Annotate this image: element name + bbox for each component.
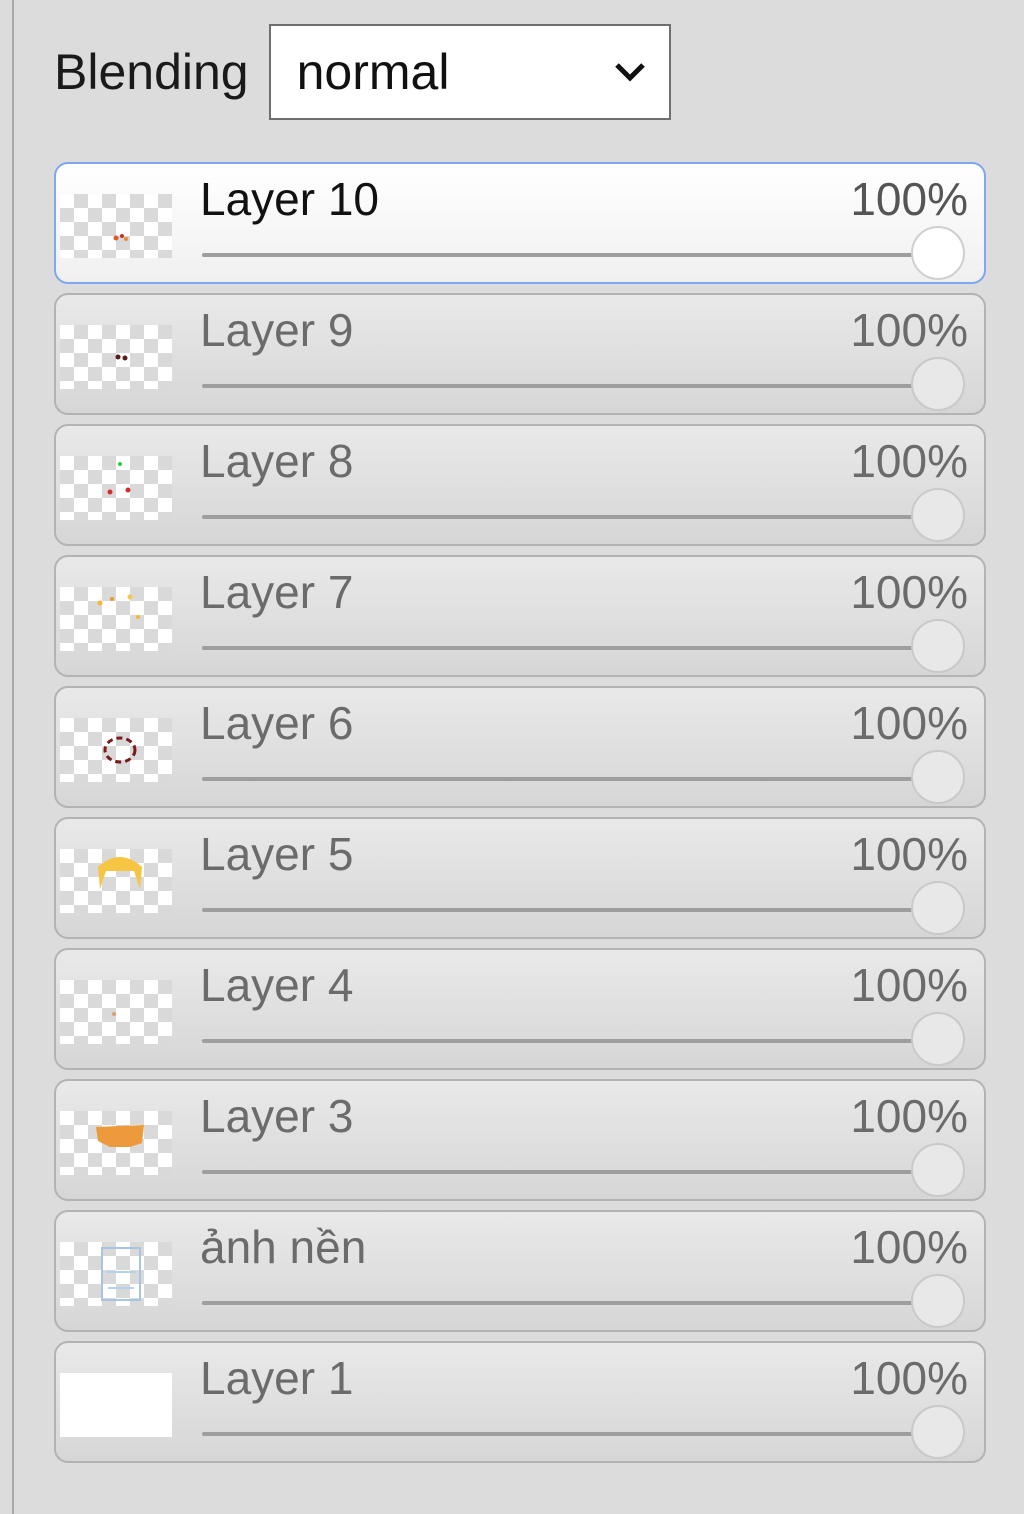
opacity-slider-handle[interactable] bbox=[911, 750, 965, 804]
layer-name: Layer 8 bbox=[200, 435, 354, 487]
layer-thumbnail bbox=[60, 980, 172, 1044]
layer-name: Layer 9 bbox=[200, 304, 354, 356]
layer-thumbnail bbox=[60, 194, 172, 258]
layer-opacity-value: 100% bbox=[850, 828, 968, 880]
opacity-slider-track[interactable] bbox=[202, 1039, 938, 1043]
layer-row[interactable]: Layer 8 100% bbox=[54, 424, 986, 546]
layer-row[interactable]: Layer 5 100% bbox=[54, 817, 986, 939]
layer-name: Layer 4 bbox=[200, 959, 354, 1011]
layer-name: ảnh nền bbox=[200, 1221, 367, 1273]
chevron-down-icon bbox=[614, 63, 645, 82]
opacity-slider-handle[interactable] bbox=[911, 1274, 965, 1328]
opacity-slider-track[interactable] bbox=[202, 384, 938, 388]
layer-thumbnail bbox=[60, 1242, 172, 1306]
layer-row[interactable]: Layer 6 100% bbox=[54, 686, 986, 808]
layer-name: Layer 1 bbox=[200, 1352, 354, 1404]
opacity-slider-track[interactable] bbox=[202, 908, 938, 912]
layer-opacity-value: 100% bbox=[850, 1090, 968, 1142]
layer-thumbnail bbox=[60, 456, 172, 520]
opacity-slider-track[interactable] bbox=[202, 515, 938, 519]
layer-thumbnail bbox=[60, 587, 172, 651]
layer-thumbnail bbox=[60, 1111, 172, 1175]
layer-row[interactable]: Layer 3 100% bbox=[54, 1079, 986, 1201]
layer-opacity-value: 100% bbox=[850, 304, 968, 356]
opacity-slider-handle[interactable] bbox=[911, 619, 965, 673]
opacity-slider-handle[interactable] bbox=[911, 226, 965, 280]
layer-name: Layer 10 bbox=[200, 173, 380, 225]
layer-name: Layer 3 bbox=[200, 1090, 354, 1142]
layer-name: Layer 6 bbox=[200, 697, 354, 749]
opacity-slider-handle[interactable] bbox=[911, 1405, 965, 1459]
layer-row[interactable]: ảnh nền 100% bbox=[54, 1210, 986, 1332]
opacity-slider-handle[interactable] bbox=[911, 1012, 965, 1066]
layer-opacity-value: 100% bbox=[850, 697, 968, 749]
layers-list: Layer 10 100% Layer 9 100% Layer 8 100% Layer … bbox=[54, 162, 986, 1472]
layer-row[interactable]: Layer 9 100% bbox=[54, 293, 986, 415]
layer-opacity-value: 100% bbox=[850, 173, 968, 225]
blending-selected-value: normal bbox=[296, 44, 450, 100]
blending-label: Blending bbox=[54, 44, 249, 100]
layer-opacity-value: 100% bbox=[850, 566, 968, 618]
opacity-slider-track[interactable] bbox=[202, 777, 938, 781]
opacity-slider-track[interactable] bbox=[202, 1301, 938, 1305]
layer-opacity-value: 100% bbox=[850, 1221, 968, 1273]
opacity-slider-track[interactable] bbox=[202, 1432, 938, 1436]
blending-row: Blending normal bbox=[54, 22, 671, 122]
layer-name: Layer 5 bbox=[200, 828, 354, 880]
layer-name: Layer 7 bbox=[200, 566, 354, 618]
layer-opacity-value: 100% bbox=[850, 959, 968, 1011]
layer-row[interactable]: Layer 4 100% bbox=[54, 948, 986, 1070]
blending-select[interactable]: normal bbox=[268, 24, 671, 120]
panel-left-border bbox=[12, 0, 14, 1514]
layer-thumbnail bbox=[60, 718, 172, 782]
opacity-slider-track[interactable] bbox=[202, 1170, 938, 1174]
layer-opacity-value: 100% bbox=[850, 1352, 968, 1404]
layer-opacity-value: 100% bbox=[850, 435, 968, 487]
opacity-slider-handle[interactable] bbox=[911, 1143, 965, 1197]
opacity-slider-handle[interactable] bbox=[911, 881, 965, 935]
opacity-slider-track[interactable] bbox=[202, 253, 938, 257]
layer-row[interactable]: Layer 10 100% bbox=[54, 162, 986, 284]
layer-row[interactable]: Layer 7 100% bbox=[54, 555, 986, 677]
layer-row[interactable]: Layer 1 100% bbox=[54, 1341, 986, 1463]
opacity-slider-handle[interactable] bbox=[911, 488, 965, 542]
layer-thumbnail bbox=[60, 1373, 172, 1437]
layer-thumbnail bbox=[60, 849, 172, 913]
opacity-slider-handle[interactable] bbox=[911, 357, 965, 411]
layer-thumbnail bbox=[60, 325, 172, 389]
opacity-slider-track[interactable] bbox=[202, 646, 938, 650]
